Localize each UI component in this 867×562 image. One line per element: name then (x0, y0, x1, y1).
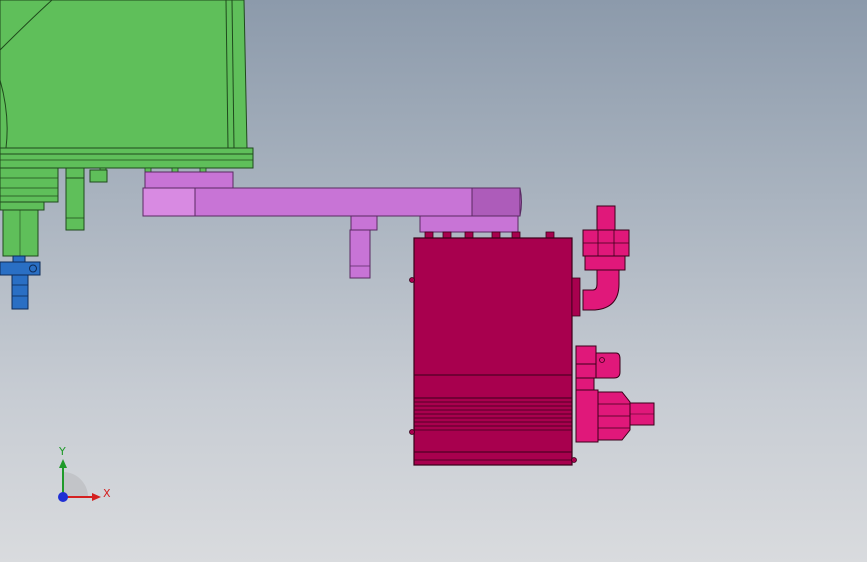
triad-y-arrowhead (59, 459, 67, 468)
green-base-assembly[interactable] (0, 0, 254, 257)
small-connector[interactable] (575, 363, 597, 379)
connector-bracket[interactable] (595, 352, 621, 379)
triad-x-arrowhead (92, 493, 101, 501)
connector-bolt (599, 357, 605, 363)
magenta-top-stud (491, 231, 501, 239)
model-canvas[interactable]: Y X (0, 0, 867, 562)
cad-graphics-viewport[interactable]: Y X (0, 0, 867, 562)
green-shaft[interactable] (2, 209, 39, 257)
violet-hub-top[interactable] (144, 171, 234, 189)
magenta-top-stud (511, 231, 521, 239)
magenta-top-stud (442, 231, 452, 239)
magenta-controller-box[interactable] (409, 231, 581, 466)
violet-tool-pin[interactable] (349, 229, 371, 279)
small-connector[interactable] (575, 377, 595, 391)
green-pin[interactable] (65, 177, 85, 231)
green-base-body[interactable] (0, 0, 248, 149)
blue-connector-bolt (29, 264, 37, 273)
gland-base[interactable] (575, 389, 599, 443)
triad-y-label: Y (58, 445, 66, 458)
magenta-side-bolt (409, 277, 415, 283)
magenta-side-connectors[interactable] (575, 345, 621, 391)
magenta-elbow-fitting[interactable] (582, 205, 630, 311)
magenta-side-bolt (571, 457, 577, 463)
elbow-bend[interactable] (582, 269, 620, 311)
triad-xy-plane (63, 472, 88, 497)
green-pin-small[interactable] (89, 169, 108, 183)
violet-arm-right-shade (471, 187, 521, 217)
green-pin[interactable] (65, 167, 85, 179)
small-connector[interactable] (575, 345, 597, 365)
violet-arm-left-shade (142, 187, 196, 217)
magenta-box-body[interactable] (413, 237, 573, 466)
violet-tool-pin-cap[interactable] (350, 215, 378, 231)
green-shaft-flange[interactable] (0, 167, 59, 203)
elbow-top-tube[interactable] (596, 205, 616, 231)
magenta-cable-gland[interactable] (575, 389, 655, 443)
magenta-top-stud (545, 231, 555, 239)
magenta-top-stud (464, 231, 474, 239)
violet-joint-flange[interactable] (419, 215, 519, 233)
blue-connector-top[interactable] (12, 255, 26, 263)
magenta-side-bolt (409, 429, 415, 435)
green-base-flange[interactable] (0, 147, 254, 169)
coordinate-triad: Y X (58, 445, 111, 502)
elbow-collar[interactable] (584, 255, 626, 271)
triad-x-label: X (103, 487, 111, 500)
magenta-top-stud (424, 231, 434, 239)
magenta-side-plate[interactable] (571, 277, 581, 317)
blue-connector-stem[interactable] (11, 274, 29, 310)
blue-connector-assembly[interactable] (0, 255, 41, 310)
green-shaft-collar[interactable] (0, 201, 45, 211)
violet-arm-link[interactable] (142, 187, 522, 217)
triad-z-axis (58, 492, 68, 502)
